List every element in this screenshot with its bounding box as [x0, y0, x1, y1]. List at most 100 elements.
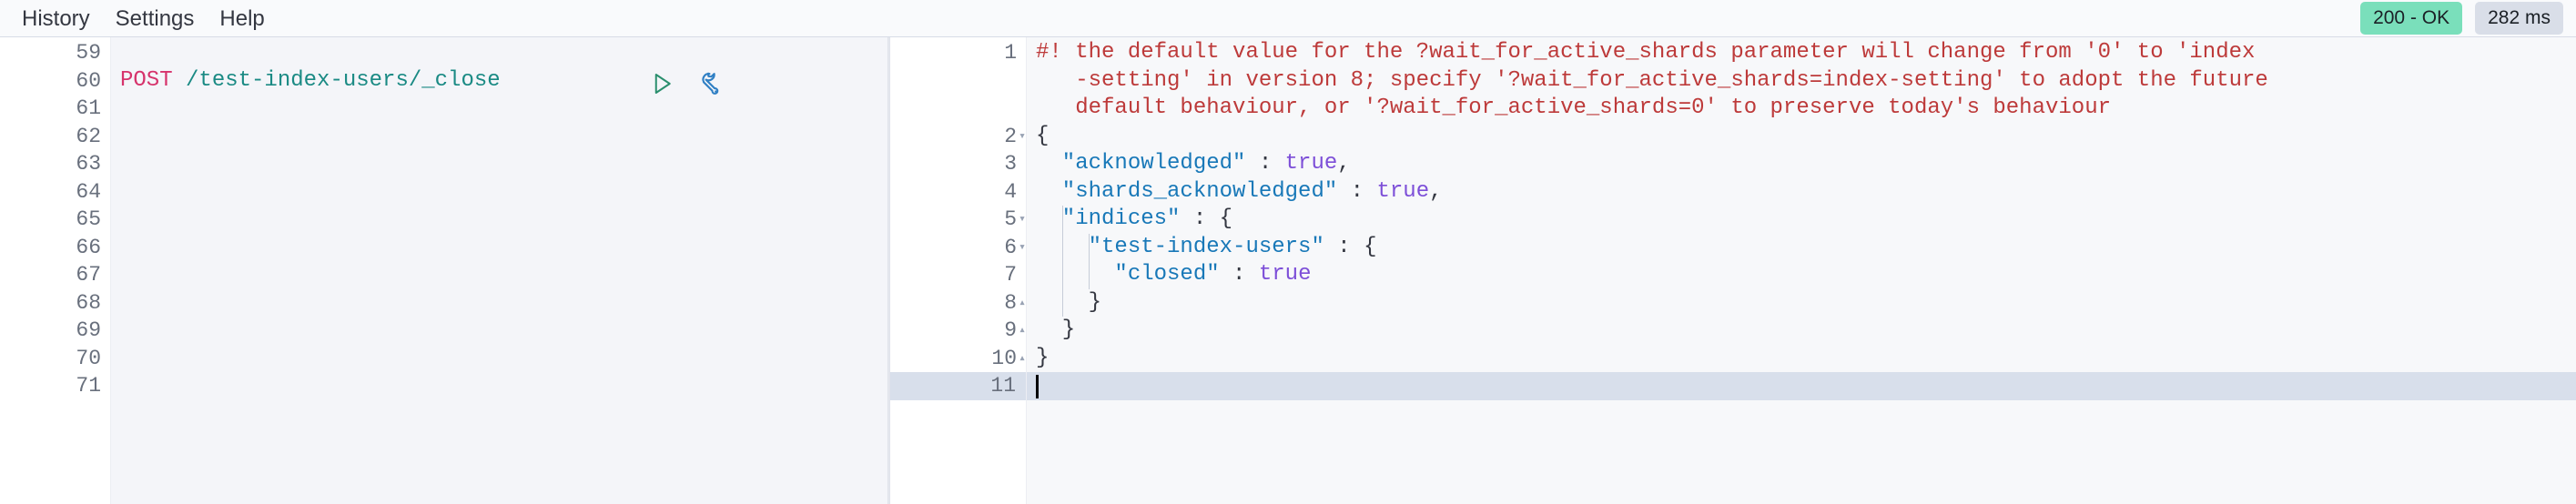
- editor-empty-line[interactable]: [111, 123, 887, 151]
- editor-line-number: 68: [76, 290, 101, 315]
- request-method: POST: [120, 67, 173, 93]
- editor-line-number: 70: [76, 346, 101, 370]
- editor-line-number: 59: [76, 41, 101, 65]
- response-line-number[interactable]: 2 ▾: [890, 123, 1026, 151]
- code-token: "indices": [1036, 207, 1181, 231]
- editor-line-number: 62: [76, 124, 101, 148]
- indent-guide: [1061, 288, 1063, 317]
- editor-line-number: 66: [76, 235, 101, 259]
- code-token: }: [1036, 345, 1050, 370]
- editor-line-number: 69: [76, 318, 101, 342]
- response-line-number: [890, 67, 1026, 96]
- editor-empty-line[interactable]: [111, 95, 887, 123]
- code-token: :: [1245, 151, 1285, 176]
- editor-empty-line[interactable]: [111, 39, 887, 67]
- editor-empty-line[interactable]: [111, 289, 887, 318]
- play-icon[interactable]: [646, 68, 677, 99]
- code-token: "closed": [1036, 262, 1220, 287]
- code-token: :: [1323, 234, 1364, 259]
- response-pane[interactable]: 1 2 ▾ 3 4 5 ▾ 6 ▾ 7 8 ▴ 9 ▴ 10 ▴ 11 #! the default value…: [890, 37, 2576, 504]
- indent-guide: [1061, 206, 1063, 234]
- response-warning-line[interactable]: #! the default value for the ?wait_for_a…: [1027, 39, 2576, 67]
- request-line[interactable]: POST /test-index-users/_close: [111, 67, 887, 96]
- code-token: {: [1364, 234, 1377, 259]
- code-token: :: [1180, 207, 1220, 231]
- editor-line-number-gutter: 59 60 61 62 63 64 65 66 67 68 69 70 71: [0, 37, 111, 504]
- response-line-number: 11: [890, 372, 1026, 400]
- code-token: default behaviour, or '?wait_for_active_…: [1036, 96, 2111, 120]
- editor-empty-line[interactable]: [111, 372, 887, 400]
- code-token: }: [1036, 318, 1076, 342]
- editor-line-number: 61: [76, 96, 101, 120]
- response-json-line[interactable]: }: [1027, 345, 2576, 373]
- response-json-line[interactable]: "acknowledged" : true,: [1027, 150, 2576, 178]
- code-token: {: [1036, 123, 1050, 148]
- response-active-line[interactable]: [1027, 372, 2576, 400]
- response-line-number[interactable]: 8 ▴: [890, 289, 1026, 318]
- editor-empty-line[interactable]: [111, 178, 887, 207]
- response-warning-line[interactable]: default behaviour, or '?wait_for_active_…: [1027, 95, 2576, 123]
- nav-help[interactable]: Help: [207, 0, 277, 37]
- request-editor-code[interactable]: POST /test-index-users/_close: [111, 37, 887, 504]
- code-token: true: [1258, 262, 1312, 287]
- indent-guide: [1061, 233, 1063, 261]
- editor-empty-line[interactable]: [111, 206, 887, 234]
- response-line-number[interactable]: 10 ▴: [890, 345, 1026, 373]
- editor-line-number: 67: [76, 263, 101, 287]
- code-token: #! the default value for the ?wait_for_a…: [1036, 40, 2256, 65]
- editor-empty-line[interactable]: [111, 345, 887, 373]
- response-json-line[interactable]: "closed" : true: [1027, 261, 2576, 289]
- response-line-number: [890, 95, 1026, 123]
- indent-guide: [1061, 261, 1063, 289]
- response-line-number: 3: [1004, 152, 1017, 176]
- response-warning-line[interactable]: -setting' in version 8; specify '?wait_f…: [1027, 67, 2576, 96]
- code-token: :: [1219, 262, 1259, 287]
- editor-line-number: 63: [76, 152, 101, 176]
- response-json-line[interactable]: "test-index-users" : {: [1027, 233, 2576, 261]
- response-json-line[interactable]: }: [1027, 288, 2576, 317]
- indent-guide: [1088, 233, 1090, 261]
- request-path: /test-index-users/_close: [172, 67, 501, 93]
- editor-empty-line[interactable]: [111, 261, 887, 289]
- response-json-line[interactable]: {: [1027, 123, 2576, 151]
- response-line-number[interactable]: 5 ▾: [890, 206, 1026, 234]
- response-body-code[interactable]: #! the default value for the ?wait_for_a…: [1027, 37, 2576, 504]
- code-token: "test-index-users": [1036, 234, 1324, 259]
- status-badge: 200 - OK: [2360, 2, 2463, 35]
- editor-line-number: 60: [76, 68, 101, 93]
- nav-menu: History Settings Help: [0, 0, 278, 37]
- code-token: true: [1284, 151, 1338, 176]
- console-split: 59 60 61 62 63 64 65 66 67 68 69 70 71 POST /test-in…: [0, 37, 2576, 504]
- nav-settings[interactable]: Settings: [103, 0, 208, 37]
- editor-line-number: 71: [76, 374, 101, 398]
- editor-line-number: 65: [76, 207, 101, 231]
- code-token: ,: [1429, 178, 1443, 204]
- code-token: true: [1376, 178, 1430, 204]
- response-line-number-gutter: 1 2 ▾ 3 4 5 ▾ 6 ▾ 7 8 ▴ 9 ▴ 10 ▴ 11: [890, 37, 1027, 504]
- response-line-number[interactable]: 6 ▾: [890, 234, 1026, 262]
- text-cursor: [1036, 375, 1039, 398]
- response-json-line[interactable]: "shards_acknowledged" : true,: [1027, 178, 2576, 207]
- response-json-line[interactable]: }: [1027, 317, 2576, 345]
- response-line-number: 7: [1004, 263, 1017, 287]
- wrench-icon[interactable]: [697, 68, 728, 99]
- editor-empty-line[interactable]: [111, 234, 887, 262]
- code-token: }: [1036, 289, 1102, 315]
- duration-badge: 282 ms: [2475, 2, 2563, 35]
- request-action-icons: [646, 68, 728, 99]
- top-toolbar: History Settings Help 200 - OK 282 ms: [0, 0, 2576, 37]
- code-token: :: [1337, 178, 1377, 204]
- code-token: {: [1219, 207, 1233, 231]
- code-token: ,: [1337, 151, 1351, 176]
- response-line-number: 1: [1004, 41, 1017, 65]
- response-line-number[interactable]: 9 ▴: [890, 317, 1026, 345]
- code-token: "acknowledged": [1036, 151, 1246, 176]
- editor-empty-line[interactable]: [111, 317, 887, 345]
- request-editor-pane[interactable]: 59 60 61 62 63 64 65 66 67 68 69 70 71 POST /test-in…: [0, 37, 887, 504]
- response-json-line[interactable]: "indices" : {: [1027, 206, 2576, 234]
- editor-empty-line[interactable]: [111, 150, 887, 178]
- nav-history[interactable]: History: [9, 0, 103, 37]
- response-line-number: 4: [1004, 179, 1017, 204]
- indent-guide: [1088, 261, 1090, 289]
- code-token: "shards_acknowledged": [1036, 178, 1338, 204]
